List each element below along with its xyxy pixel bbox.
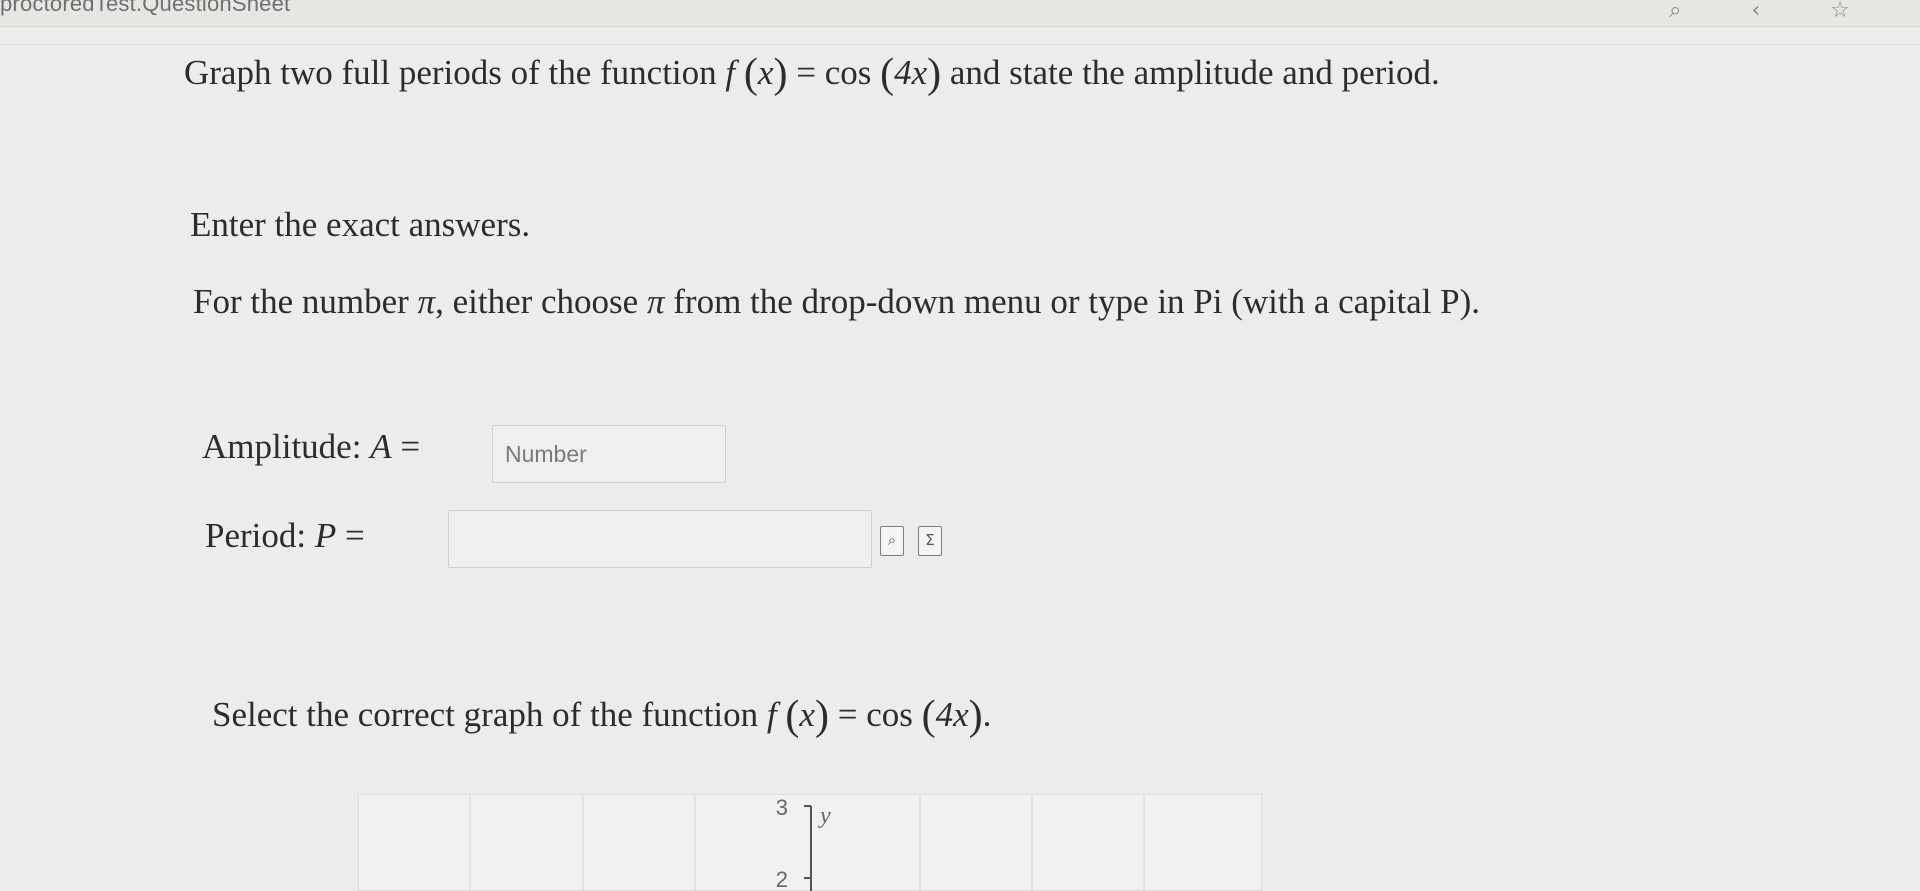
graph-function-name: f bbox=[766, 695, 777, 734]
amplitude-input[interactable] bbox=[505, 426, 713, 482]
back-icon[interactable]: ‹ bbox=[1751, 0, 1760, 23]
y-axis-label: y bbox=[818, 803, 831, 829]
question-text: Graph two full periods of the function f… bbox=[184, 51, 1440, 97]
app-title: proctoredTest.QuestionSheet bbox=[0, 0, 291, 16]
graph-prompt-prefix: Select the correct graph of the function bbox=[212, 695, 759, 734]
period-equals: = bbox=[345, 516, 365, 555]
y-axis-tick-label-2: 2 bbox=[776, 867, 788, 891]
sigma-icon[interactable]: Σ bbox=[918, 526, 942, 556]
amplitude-label: Amplitude: bbox=[202, 427, 362, 466]
period-input[interactable] bbox=[461, 511, 859, 567]
star-icon[interactable]: ☆ bbox=[1830, 0, 1850, 23]
period-variable: P bbox=[314, 516, 337, 555]
pi-symbol-first: π bbox=[417, 282, 436, 321]
question-equals: = bbox=[796, 53, 816, 92]
question-variable: x bbox=[757, 53, 774, 92]
amplitude-equals: = bbox=[400, 427, 421, 466]
amplitude-label-row: Amplitude: A = bbox=[202, 427, 420, 467]
question-suffix: and state the amplitude and period. bbox=[949, 53, 1440, 92]
question-argument: 4x bbox=[894, 53, 928, 92]
question-prefix: Graph two full periods of the function bbox=[184, 53, 717, 92]
graph-period: . bbox=[982, 695, 992, 734]
pi-prefix: For the number bbox=[193, 282, 409, 321]
pi-middle: , either choose bbox=[435, 282, 639, 321]
preview-icon[interactable]: ⌕ bbox=[880, 526, 904, 556]
question-cos: cos bbox=[824, 53, 872, 92]
y-axis-tick-label-3: 3 bbox=[776, 795, 788, 820]
graph-preview[interactable]: 3 2 y bbox=[358, 794, 1262, 891]
search-icon[interactable]: ⌕ bbox=[1669, 0, 1681, 23]
pi-suffix: from the drop-down menu or type in Pi (w… bbox=[673, 282, 1481, 321]
pi-symbol-second: π bbox=[646, 282, 665, 321]
graph-argument: 4x bbox=[935, 695, 969, 734]
graph-cos: cos bbox=[866, 695, 913, 734]
pi-instruction: For the number π, either choose π from t… bbox=[193, 282, 1480, 322]
graph-equals: = bbox=[837, 695, 858, 734]
top-icons: ⌕ ‹ ☆ bbox=[1669, 0, 1850, 23]
amplitude-input-wrapper[interactable] bbox=[492, 425, 726, 483]
header-divider bbox=[0, 44, 1920, 45]
period-label-row: Period: P = bbox=[205, 516, 365, 556]
amplitude-variable: A bbox=[370, 427, 392, 466]
graph-svg: 3 2 y bbox=[358, 794, 1262, 891]
question-function-name: f bbox=[725, 53, 736, 92]
graph-variable: x bbox=[799, 695, 815, 734]
period-label: Period: bbox=[205, 516, 307, 555]
exact-answers-instruction: Enter the exact answers. bbox=[190, 205, 531, 244]
graph-selection-prompt: Select the correct graph of the function… bbox=[212, 693, 992, 739]
period-input-wrapper[interactable] bbox=[448, 510, 872, 568]
top-bar: proctoredTest.QuestionSheet ⌕ ‹ ☆ bbox=[0, 0, 1920, 27]
